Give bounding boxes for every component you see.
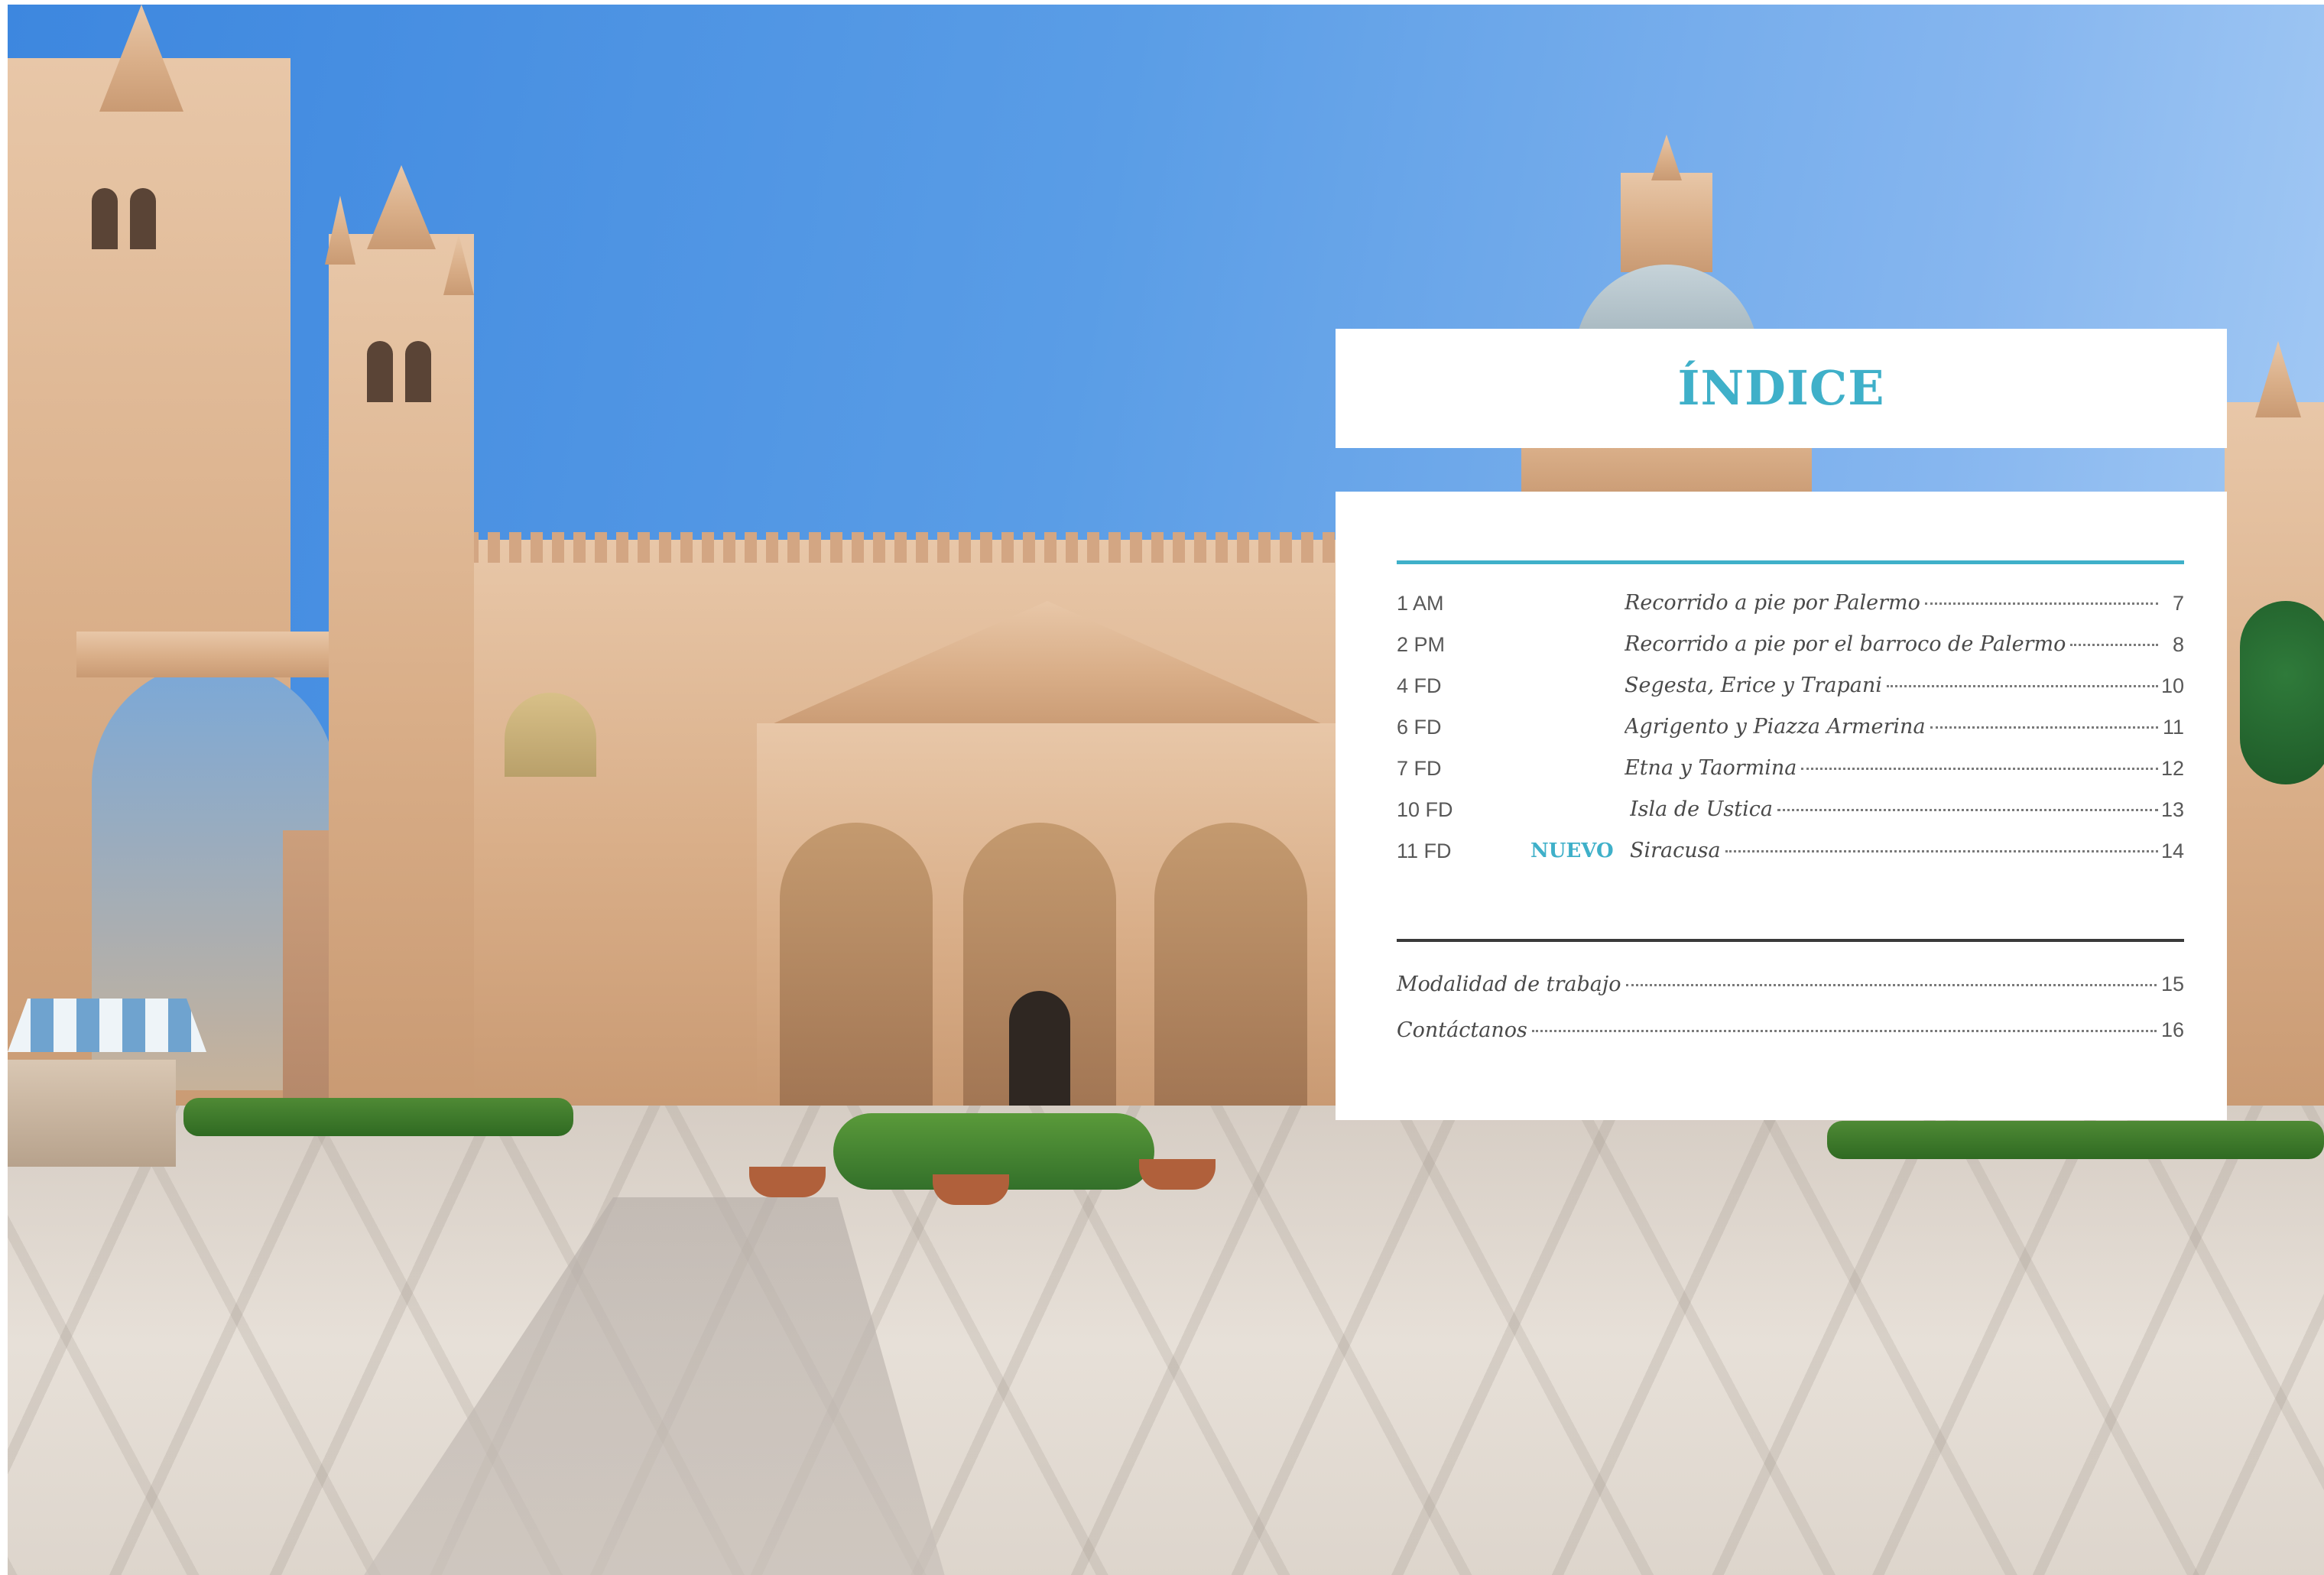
hedge [1827, 1121, 2324, 1159]
toc-item-title: Agrigento y Piazza Armerina [1625, 715, 1926, 739]
toc-item-entry: Isla de Ustica [1630, 791, 2163, 829]
toc-item-page: 10 [2160, 674, 2184, 697]
toc-item-page: 7 [2172, 592, 2184, 615]
toc-extra-page: 15 [2160, 973, 2184, 995]
toc-item-code: 2 PM [1397, 633, 1446, 656]
toc-item-title: Siracusa [1630, 839, 1721, 862]
cathedral-bell-tower [329, 234, 474, 1106]
small-dome [505, 693, 596, 777]
toc-item-page: 14 [2160, 839, 2184, 862]
toc-item-entry: Etna y Taormina [1625, 749, 2163, 788]
toc-item-title: Isla de Ustica [1630, 797, 1773, 821]
toc-item[interactable]: 10 FD Isla de Ustica 13 [1397, 791, 2184, 829]
index-title: ÍNDICE [1677, 360, 1885, 416]
tower-window [405, 341, 431, 402]
toc-item-code: 6 FD [1397, 716, 1442, 739]
porch-arch [1154, 823, 1307, 1106]
toc-item-title: Recorrido a pie por el barroco de Palerm… [1625, 632, 2066, 656]
tower-window [92, 188, 118, 249]
flower-pot [933, 1174, 1009, 1205]
hedge [183, 1098, 573, 1136]
dot-leader [1801, 768, 2158, 770]
toc-extra-title: Modalidad de trabajo [1397, 973, 1621, 996]
index-title-panel: ÍNDICE [1336, 329, 2227, 448]
toc-item[interactable]: 6 FD Agrigento y Piazza Armerina 11 [1397, 708, 2184, 746]
toc-extra-item[interactable]: Modalidad de trabajo 15 [1397, 963, 2184, 1005]
toc-item-entry: Siracusa [1630, 832, 2163, 870]
cathedral-arch-bridge [76, 632, 367, 677]
toc-item-entry: Segesta, Erice y Trapani [1625, 667, 2163, 705]
toc-item[interactable]: 7 FD Etna y Taormina 12 [1397, 749, 2184, 788]
dot-leader [1777, 809, 2158, 811]
toc-item-code: 1 AM [1397, 592, 1444, 615]
dot-leader [1625, 984, 2157, 986]
cathedral-crenellation [466, 532, 1353, 563]
toc-item-entry: Agrigento y Piazza Armerina [1625, 708, 2163, 746]
dot-leader [1531, 1030, 2157, 1032]
market-umbrella [8, 999, 206, 1052]
tower-window [367, 341, 393, 402]
cathedral-door [1009, 991, 1070, 1106]
toc-extra-item[interactable]: Contáctanos 16 [1397, 1008, 2184, 1051]
toc-item-code: 7 FD [1397, 757, 1442, 780]
dot-leader [2070, 644, 2158, 646]
accent-rule [1397, 560, 2184, 564]
dot-leader [1886, 685, 2158, 687]
toc-item-page: 11 [2162, 716, 2184, 739]
document-page: ÍNDICE 1 AM Recorrido a pie por Palermo … [0, 0, 2324, 1575]
toc-item-entry: Recorrido a pie por Palermo [1625, 584, 2163, 622]
toc-item-entry: Recorrido a pie por el barroco de Palerm… [1625, 625, 2163, 664]
tower-window [130, 188, 156, 249]
toc-item-page: 13 [2160, 798, 2184, 821]
toc-item-title: Etna y Taormina [1625, 756, 1797, 780]
toc-item-title: Segesta, Erice y Trapani [1625, 674, 1882, 697]
toc-item[interactable]: 4 FD Segesta, Erice y Trapani 10 [1397, 667, 2184, 705]
toc-extra-page: 16 [2160, 1018, 2184, 1041]
dot-leader [1930, 726, 2158, 729]
flower-pot [1139, 1159, 1216, 1190]
dot-leader [1924, 602, 2158, 605]
toc-item[interactable]: 2 PM Recorrido a pie por el barroco de P… [1397, 625, 2184, 664]
dome-lantern [1621, 173, 1712, 272]
toc-item[interactable]: 1 AM Recorrido a pie por Palermo 7 [1397, 584, 2184, 622]
section-rule [1397, 939, 2184, 942]
toc-item-page: 12 [2160, 757, 2184, 780]
flower-pot [749, 1167, 826, 1197]
toc-item-code: 10 FD [1397, 798, 1453, 821]
toc-item-title: Recorrido a pie por Palermo [1625, 591, 1920, 615]
dot-leader [1725, 850, 2158, 852]
palm-tree [2240, 601, 2324, 784]
table-of-contents: 1 AM Recorrido a pie por Palermo 7 2 PM … [1336, 492, 2227, 1120]
new-badge: NUEVO [1530, 839, 1614, 862]
market-stalls [8, 1060, 176, 1167]
toc-item-page: 8 [2172, 633, 2184, 656]
toc-item-code: 4 FD [1397, 674, 1442, 697]
toc-item[interactable]: 11 FD NUEVO Siracusa 14 [1397, 832, 2184, 870]
porch-arch [780, 823, 933, 1106]
toc-item-code: 11 FD [1397, 839, 1452, 862]
toc-extra-title: Contáctanos [1397, 1018, 1527, 1042]
